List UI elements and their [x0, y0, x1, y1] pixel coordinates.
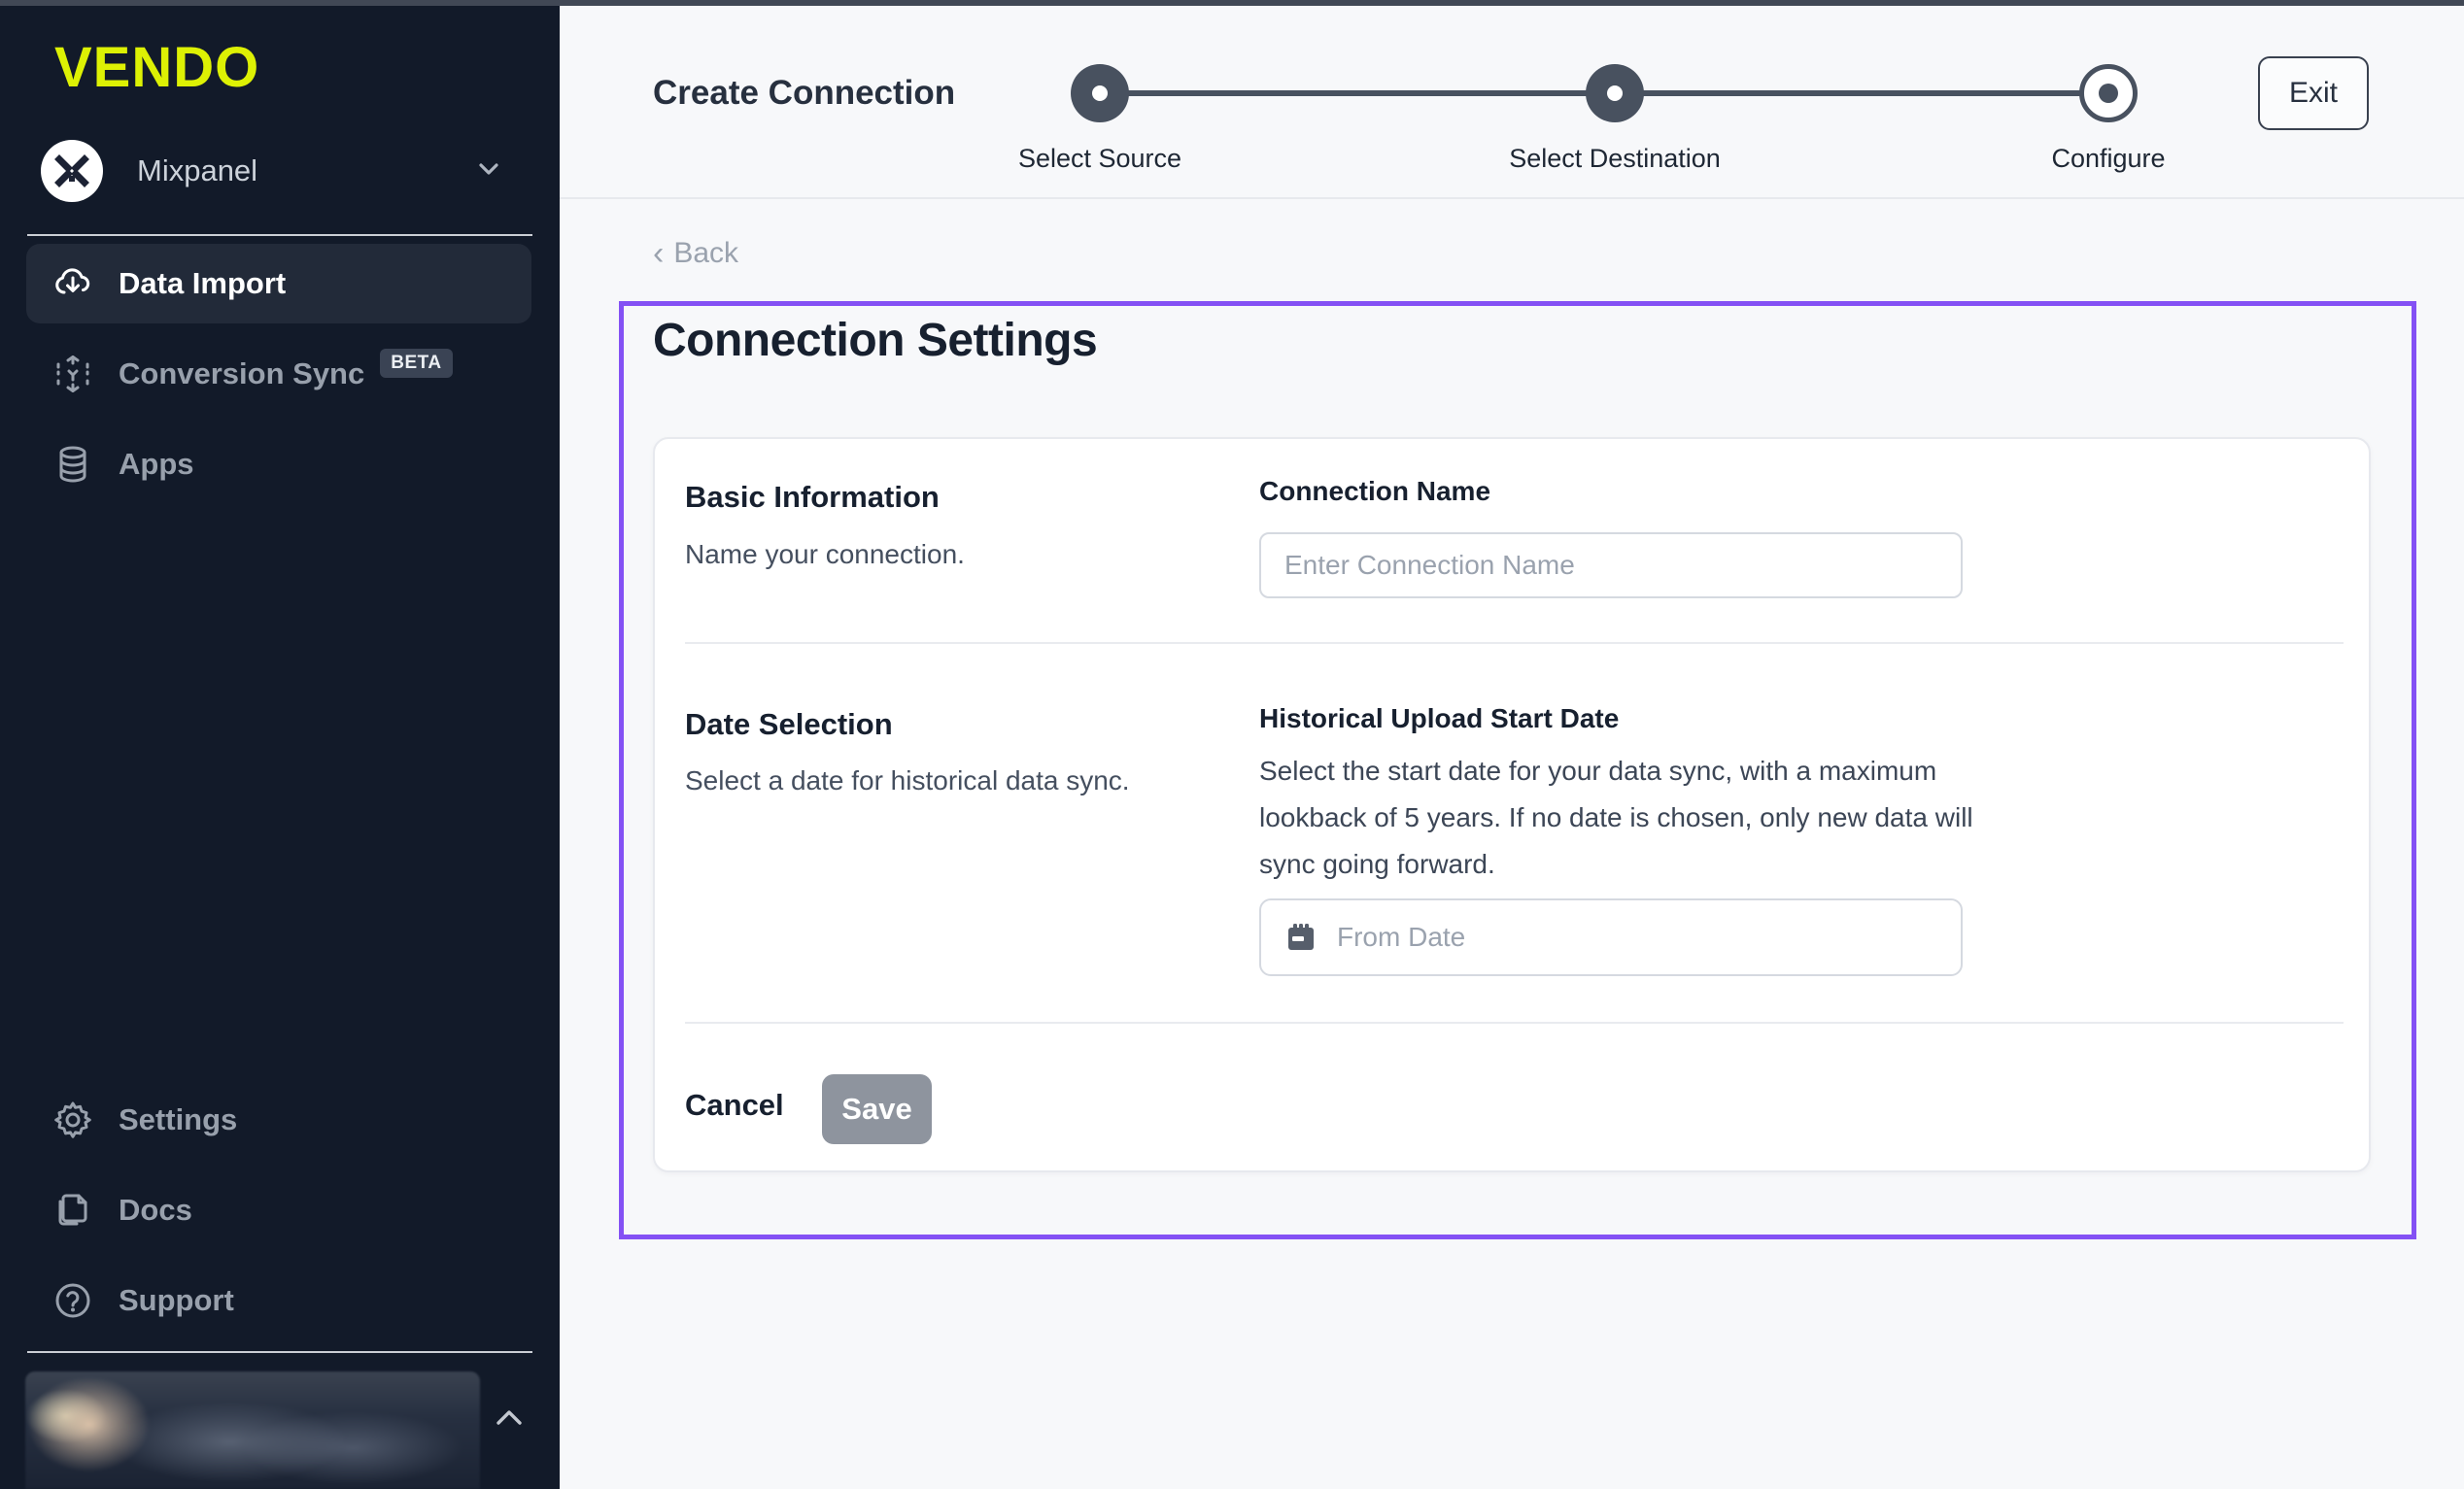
gear-icon — [52, 1100, 93, 1140]
cloud-download-icon — [52, 263, 93, 304]
step-label-configure: Configure — [1934, 144, 2283, 174]
card-divider — [685, 642, 2344, 644]
conversion-sync-icon — [52, 354, 93, 394]
sidebar-item-support[interactable]: Support — [26, 1261, 531, 1340]
exit-button[interactable]: Exit — [2258, 56, 2369, 130]
sidebar-item-settings[interactable]: Settings — [26, 1080, 531, 1160]
input-placeholder: Enter Connection Name — [1284, 550, 1575, 581]
step-label-select-source: Select Source — [925, 144, 1275, 174]
mixpanel-logo-icon — [41, 140, 103, 202]
connection-settings-panel: Connection Settings Basic Information Na… — [619, 301, 2416, 1239]
window-top-edge — [0, 0, 2464, 6]
help-circle-icon — [52, 1280, 93, 1321]
sidebar-nav: Data Import Conversion Sync — [26, 244, 531, 515]
historical-upload-start-date-label: Historical Upload Start Date — [1259, 703, 1619, 734]
database-icon — [52, 444, 93, 485]
card-divider — [685, 1022, 2344, 1024]
chevron-left-icon: ‹ — [653, 239, 664, 268]
vendo-logo: VENDO — [54, 35, 259, 100]
sidebar-divider — [27, 1351, 532, 1353]
workspace-name: Mixpanel — [137, 153, 474, 188]
section-heading-date-selection: Date Selection — [685, 707, 893, 742]
sidebar-item-label: Support — [119, 1283, 234, 1318]
cancel-button[interactable]: Cancel — [685, 1088, 784, 1123]
sidebar-item-label: Conversion Sync — [119, 356, 364, 391]
chevron-down-icon — [474, 154, 503, 188]
step-label-select-destination: Select Destination — [1440, 144, 1790, 174]
user-profile-blurred[interactable] — [25, 1371, 480, 1489]
sidebar: VENDO Mixpanel — [0, 0, 560, 1489]
connection-name-input[interactable]: Enter Connection Name — [1259, 532, 1963, 598]
back-link[interactable]: ‹ Back — [653, 237, 738, 270]
connection-name-label: Connection Name — [1259, 476, 1490, 507]
step-dot-select-source — [1071, 64, 1129, 122]
sidebar-item-label: Docs — [119, 1193, 192, 1228]
step-dot-select-destination — [1586, 64, 1644, 122]
sidebar-item-data-import[interactable]: Data Import — [26, 244, 531, 323]
sidebar-item-conversion-sync[interactable]: Conversion Sync BETA — [26, 334, 531, 414]
section-description: Name your connection. — [685, 539, 965, 570]
chevron-up-icon[interactable] — [491, 1403, 528, 1438]
sidebar-item-apps[interactable]: Apps — [26, 424, 531, 504]
date-field-help-text: Select the start date for your data sync… — [1259, 748, 1998, 888]
section-heading-basic-information: Basic Information — [685, 480, 940, 515]
section-description: Select a date for historical data sync. — [685, 765, 1130, 796]
sidebar-divider — [27, 234, 532, 236]
sidebar-item-label: Data Import — [119, 266, 286, 301]
settings-card: Basic Information Name your connection. … — [653, 437, 2371, 1172]
sidebar-item-label: Settings — [119, 1102, 237, 1137]
wizard-header: Create Connection Select Source Select D… — [560, 0, 2464, 199]
workspace-selector[interactable]: Mixpanel — [29, 132, 530, 210]
page-title: Create Connection — [653, 74, 955, 113]
sidebar-item-label: Apps — [119, 447, 194, 482]
calendar-icon — [1284, 921, 1318, 954]
docs-icon — [52, 1190, 93, 1231]
sidebar-item-docs[interactable]: Docs — [26, 1170, 531, 1250]
from-date-input[interactable]: From Date — [1259, 898, 1963, 976]
step-dot-configure — [2079, 64, 2138, 122]
sidebar-footer-nav: Settings Docs — [26, 1080, 531, 1351]
panel-title: Connection Settings — [653, 314, 1097, 367]
beta-badge: BETA — [380, 349, 452, 378]
save-button[interactable]: Save — [822, 1074, 932, 1144]
back-label: Back — [673, 237, 738, 270]
app-window: VENDO Mixpanel — [0, 0, 2464, 1489]
input-placeholder: From Date — [1337, 922, 1465, 953]
